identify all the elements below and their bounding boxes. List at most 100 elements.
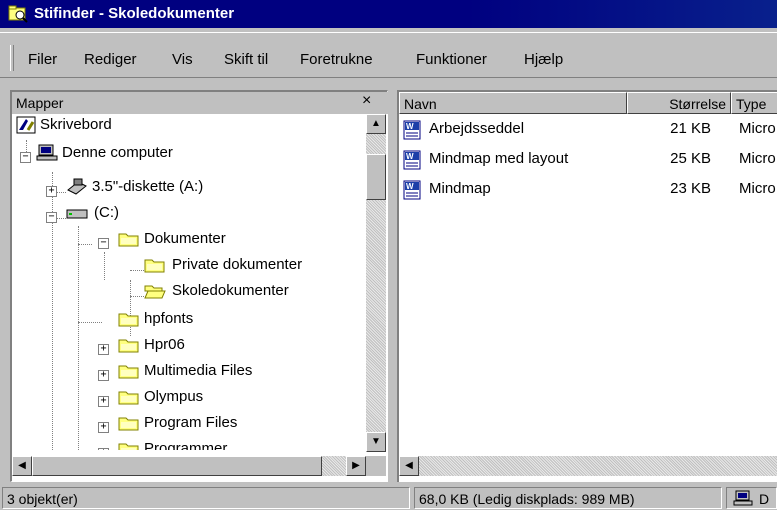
- menu-skift-til[interactable]: Skift til: [224, 51, 268, 68]
- tree-line: [78, 244, 92, 245]
- open-folder-icon: [144, 285, 166, 299]
- scroll-left-arrow-icon[interactable]: ◀: [12, 456, 32, 476]
- scroll-left-arrow-icon[interactable]: ◀: [399, 456, 419, 476]
- tree-label: Skrivebord: [40, 116, 112, 133]
- file-name: Mindmap med layout: [429, 150, 569, 167]
- files-horizontal-scrollbar[interactable]: ◀: [399, 456, 777, 476]
- file-type: Micro: [739, 150, 776, 167]
- tree-label: Multimedia Files: [144, 362, 253, 379]
- scroll-up-arrow-icon[interactable]: ▲: [366, 114, 386, 134]
- tree-line: [78, 322, 102, 323]
- folder-icon: [118, 391, 139, 405]
- folders-pane: Mapper × Skrivebord − Denne computer + 3…: [10, 90, 388, 482]
- file-type: Micro: [739, 120, 776, 137]
- status-disk-space: 68,0 KB (Ledig diskplads: 989 MB): [414, 487, 722, 509]
- tree-label: Program Files: [144, 414, 238, 431]
- explorer-icon: [8, 5, 28, 23]
- tree-label: Denne computer: [62, 144, 173, 161]
- file-name: Arbejdsseddel: [429, 120, 525, 137]
- expand-toggle[interactable]: +: [98, 448, 109, 450]
- word-document-icon: W: [403, 120, 421, 140]
- folder-icon: [118, 365, 139, 379]
- file-size: 25 KB: [670, 150, 711, 167]
- tree-line: [78, 226, 79, 450]
- svg-text:W: W: [406, 152, 414, 161]
- menu-rediger-label: Rediger: [84, 51, 137, 68]
- menu-grip[interactable]: [10, 45, 14, 71]
- svg-text:W: W: [406, 122, 414, 131]
- folders-pane-title: Mapper: [16, 95, 64, 111]
- expand-toggle[interactable]: +: [98, 422, 109, 433]
- word-document-icon: W: [403, 180, 421, 200]
- title-bar[interactable]: Stifinder - Skoledokumenter: [0, 0, 777, 28]
- menu-vis-label: Vis: [172, 51, 193, 68]
- scroll-right-arrow-icon[interactable]: ▶: [346, 456, 366, 476]
- menu-filer-label: Filer: [28, 51, 58, 68]
- hard-drive-icon: [66, 209, 88, 219]
- folder-icon: [118, 443, 139, 450]
- collapse-toggle[interactable]: −: [46, 212, 57, 223]
- tree-label: 3.5"-diskette (A:): [92, 178, 204, 195]
- computer-icon: [733, 490, 753, 506]
- desktop-icon: [16, 116, 36, 134]
- menu-rediger[interactable]: Rediger: [84, 51, 137, 68]
- folders-vertical-scrollbar[interactable]: ▲ ▼: [366, 114, 386, 452]
- tree-label: Olympus: [144, 388, 204, 405]
- tree-line: [104, 252, 105, 280]
- window-title: Stifinder - Skoledokumenter: [34, 5, 235, 22]
- tree-label: Skoledokumenter: [172, 282, 289, 299]
- tree-label: Private dokumenter: [172, 256, 303, 273]
- scroll-down-arrow-icon[interactable]: ▼: [366, 432, 386, 452]
- status-location: D: [726, 487, 777, 509]
- floppy-icon: [67, 178, 87, 195]
- scroll-thumb[interactable]: [32, 456, 322, 476]
- scroll-corner: [366, 456, 386, 476]
- status-location-label: D: [759, 491, 770, 507]
- folder-icon: [144, 259, 165, 273]
- file-row[interactable]: W Mindmap med layout 25 KB Micro: [403, 148, 777, 174]
- column-header-name[interactable]: Navn: [399, 92, 627, 114]
- scroll-thumb[interactable]: [366, 154, 386, 200]
- menu-skift-til-label: Skift til: [224, 51, 269, 68]
- menu-vis[interactable]: Vis: [172, 51, 193, 68]
- computer-icon: [36, 144, 58, 161]
- expand-toggle[interactable]: +: [98, 396, 109, 407]
- tree-label: (C:): [94, 204, 119, 221]
- explorer-window: Stifinder - Skoledokumenter Filer Redige…: [0, 0, 777, 510]
- column-header-type[interactable]: Type: [731, 92, 777, 114]
- tree-label: Programmer: [144, 440, 228, 450]
- menu-funktioner[interactable]: Funktioner: [416, 51, 487, 68]
- collapse-toggle[interactable]: −: [98, 238, 109, 249]
- tree-line: [130, 296, 144, 297]
- file-row[interactable]: W Arbejdsseddel 21 KB Micro: [403, 118, 777, 144]
- menu-hjaelp[interactable]: Hjælp: [524, 51, 563, 68]
- expand-toggle[interactable]: +: [98, 344, 109, 355]
- folder-icon: [118, 417, 139, 431]
- folder-tree: Skrivebord − Denne computer + 3.5"-diske…: [12, 114, 365, 450]
- expand-toggle[interactable]: +: [46, 186, 57, 197]
- expand-toggle[interactable]: +: [98, 370, 109, 381]
- tree-label: hpfonts: [144, 310, 194, 327]
- tree-label: Hpr06: [144, 336, 185, 353]
- folders-pane-header: Mapper ×: [12, 92, 388, 114]
- file-name: Mindmap: [429, 180, 491, 197]
- menu-filer[interactable]: Filer: [28, 51, 57, 68]
- menu-funktioner-label: Funktioner: [416, 51, 487, 68]
- close-icon[interactable]: ×: [362, 92, 371, 110]
- status-bar: 3 objekt(er) 68,0 KB (Ledig diskplads: 9…: [0, 486, 777, 510]
- file-size: 21 KB: [670, 120, 711, 137]
- menu-foretrukne[interactable]: Foretrukne: [300, 51, 373, 68]
- tree-label: Dokumenter: [144, 230, 226, 247]
- folder-icon: [118, 313, 139, 327]
- collapse-toggle[interactable]: −: [20, 152, 31, 163]
- menu-hjaelp-label: Hjælp: [524, 51, 564, 68]
- file-row[interactable]: W Mindmap 23 KB Micro: [403, 178, 777, 204]
- word-document-icon: W: [403, 150, 421, 170]
- status-object-count: 3 objekt(er): [2, 487, 410, 509]
- file-type: Micro: [739, 180, 776, 197]
- files-pane: Navn Størrelse Type W Arbejdsseddel 21 K…: [397, 90, 777, 482]
- folders-horizontal-scrollbar[interactable]: ◀ ▶: [12, 456, 366, 476]
- menu-bar: Filer Rediger Vis Skift til Foretrukne F…: [0, 32, 777, 78]
- column-header-size[interactable]: Størrelse: [627, 92, 731, 114]
- svg-text:W: W: [406, 182, 414, 191]
